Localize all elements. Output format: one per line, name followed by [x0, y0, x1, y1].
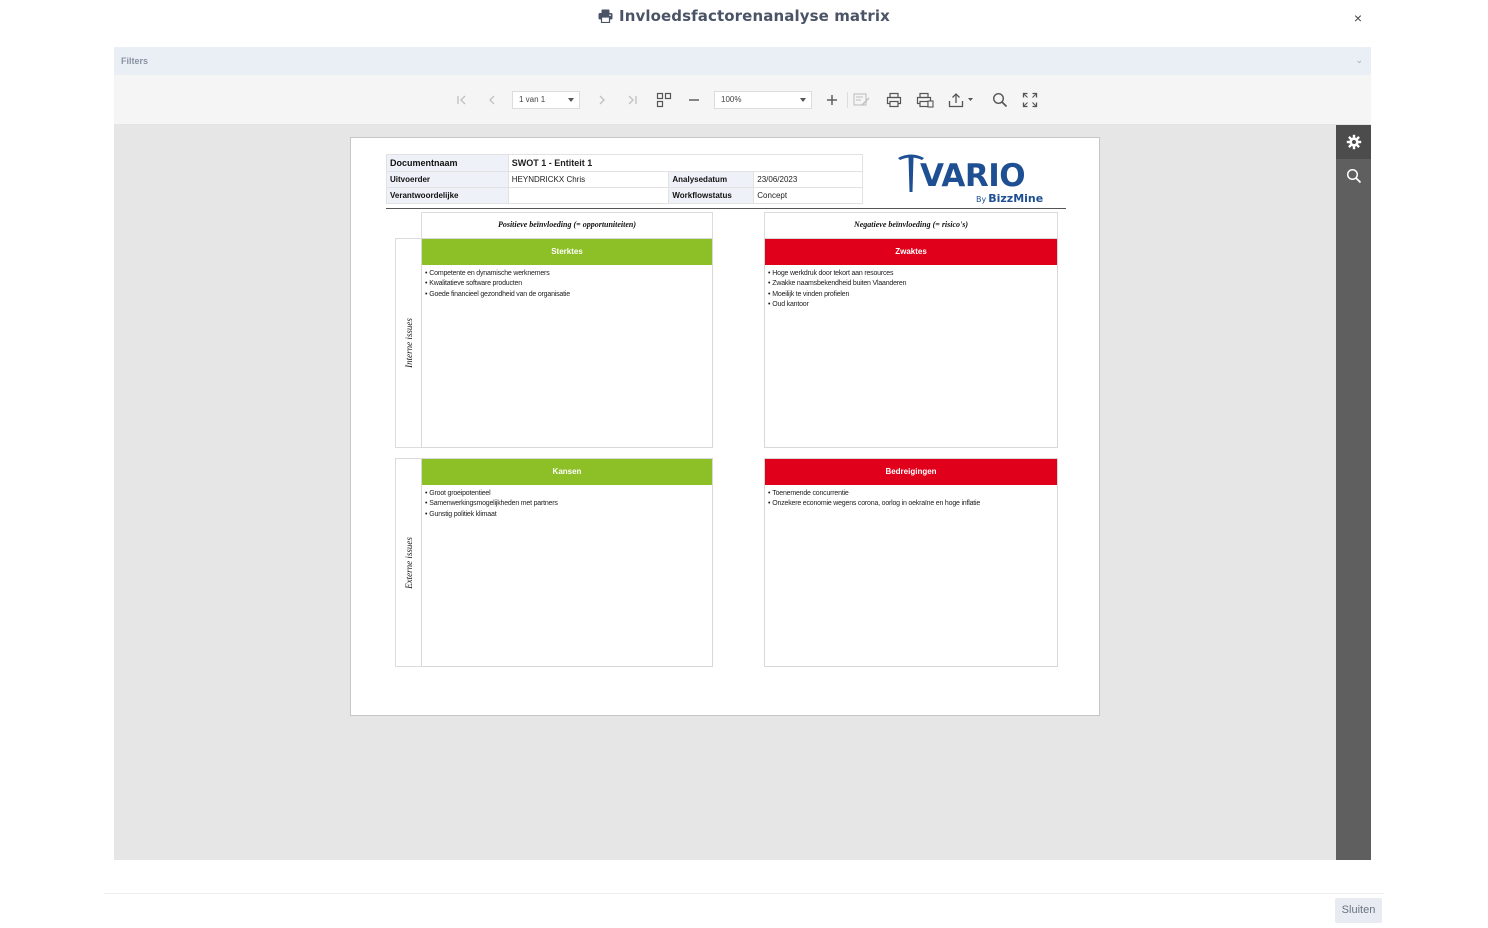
list-item: Gunstig politiek klimaat	[425, 510, 712, 520]
list-item: Competente en dynamische werknemers	[425, 269, 712, 279]
page-select-value: 1 van 1	[519, 95, 546, 104]
page-select[interactable]: 1 van 1	[512, 91, 580, 109]
row-label-external: Externe issues	[395, 458, 422, 667]
report-toolbar: 1 van 1 100%	[114, 75, 1371, 125]
search-icon[interactable]	[1336, 159, 1371, 193]
row-label-external-text: Externe issues	[404, 536, 414, 589]
workflowstatus-value: Concept	[753, 187, 863, 204]
gear-icon[interactable]	[1336, 125, 1371, 159]
list-item: Groot groeipotentieel	[425, 489, 712, 499]
list-item: Oud kantoor	[768, 300, 1057, 310]
column-header-positive: Positieve beïnvloeding (= opportuniteite…	[421, 212, 713, 238]
toolbar-divider	[847, 92, 848, 108]
side-panel	[1336, 125, 1371, 860]
filters-panel[interactable]: Filters ⌄	[114, 47, 1371, 75]
list-item: Kwalitatieve software producten	[425, 279, 712, 289]
quadrant-zwaktes: Zwaktes Hoge werkdruk door tekort aan re…	[764, 238, 1058, 448]
print-page-icon[interactable]	[915, 90, 935, 110]
uitvoerder-value: HEYNDRICKX Chris	[507, 171, 670, 188]
quadrant-zwaktes-list: Hoge werkdruk door tekort aan resources …	[765, 265, 1057, 310]
header-divider	[386, 208, 1066, 209]
quadrant-kansen: Kansen Groot groeipotentieel Samenwerkin…	[421, 458, 713, 667]
vario-logo: VARIO By BizzMine	[896, 152, 1046, 206]
verantwoordelijke-value	[507, 187, 670, 204]
column-header-negative: Negatieve beïnvloeding (= risico's)	[764, 212, 1058, 238]
modal-footer-divider	[104, 893, 1384, 894]
print-icon[interactable]	[884, 90, 904, 110]
last-page-icon[interactable]	[622, 90, 642, 110]
uitvoerder-label: Uitvoerder	[386, 171, 509, 188]
row-label-internal: Interne issues	[395, 238, 422, 448]
zoom-in-icon[interactable]	[822, 90, 842, 110]
analysedatum-label: Analysedatum	[668, 171, 755, 188]
list-item: Hoge werkdruk door tekort aan resources	[768, 269, 1057, 279]
close-button[interactable]: ×	[1354, 11, 1362, 25]
multipage-icon[interactable]	[654, 90, 674, 110]
verantwoordelijke-label: Verantwoordelijke	[386, 187, 509, 204]
close-modal-button[interactable]: Sluiten	[1335, 898, 1382, 923]
zoom-out-icon[interactable]	[684, 90, 704, 110]
quadrant-bedreigingen-list: Toenemende concurrentie Onzekere economi…	[765, 485, 1057, 510]
caret-down-icon	[568, 98, 574, 102]
quadrant-kansen-list: Groot groeipotentieel Samenwerkingsmogel…	[422, 485, 712, 520]
quadrant-zwaktes-title: Zwaktes	[765, 239, 1057, 265]
modal-title: Invloedsfactorenanalyse matrix	[0, 7, 1488, 27]
edit-fields-icon[interactable]	[852, 90, 872, 110]
zoom-select-value: 100%	[721, 95, 742, 104]
quadrant-bedreigingen: Bedreigingen Toenemende concurrentie Onz…	[764, 458, 1058, 667]
list-item: Toenemende concurrentie	[768, 489, 1057, 499]
previous-page-icon[interactable]	[482, 90, 502, 110]
chevron-down-icon[interactable]: ⌄	[1355, 55, 1363, 66]
export-icon[interactable]	[947, 90, 977, 110]
search-icon[interactable]	[990, 90, 1010, 110]
quadrant-kansen-title: Kansen	[422, 459, 712, 485]
modal-title-text: Invloedsfactorenanalyse matrix	[619, 7, 890, 25]
logo-byline: By BizzMine	[976, 192, 1044, 205]
first-page-icon[interactable]	[452, 90, 472, 110]
zoom-select[interactable]: 100%	[714, 91, 812, 109]
next-page-icon[interactable]	[592, 90, 612, 110]
analysedatum-value: 23/06/2023	[753, 171, 863, 188]
filters-label: Filters	[121, 56, 149, 66]
workflowstatus-label: Workflowstatus	[668, 187, 755, 204]
row-label-internal-text: Interne issues	[404, 318, 414, 368]
report-page: Documentnaam SWOT 1 - Entiteit 1 Uitvoer…	[350, 137, 1100, 716]
quadrant-sterktes-list: Competente en dynamische werknemers Kwal…	[422, 265, 712, 300]
list-item: Samenwerkingsmogelijkheden met partners	[425, 499, 712, 509]
print-icon	[598, 9, 613, 27]
caret-down-icon	[800, 98, 806, 102]
modal-header: Invloedsfactorenanalyse matrix ×	[0, 0, 1488, 34]
documentnaam-label: Documentnaam	[386, 154, 509, 172]
quadrant-bedreigingen-title: Bedreigingen	[765, 459, 1057, 485]
fullscreen-icon[interactable]	[1020, 90, 1040, 110]
document-info-table: Documentnaam SWOT 1 - Entiteit 1 Uitvoer…	[386, 154, 864, 204]
list-item: Onzekere economie wegens corona, oorlog …	[768, 499, 1057, 509]
list-item: Moeilijk te vinden profielen	[768, 290, 1057, 300]
list-item: Zwakke naamsbekendheid buiten Vlaanderen	[768, 279, 1057, 289]
list-item: Goede financieel gezondheid van de organ…	[425, 290, 712, 300]
quadrant-sterktes: Sterktes Competente en dynamische werkne…	[421, 238, 713, 448]
logo-wordmark: VARIO	[920, 158, 1026, 194]
quadrant-sterktes-title: Sterktes	[422, 239, 712, 265]
documentnaam-value: SWOT 1 - Entiteit 1	[507, 154, 864, 172]
